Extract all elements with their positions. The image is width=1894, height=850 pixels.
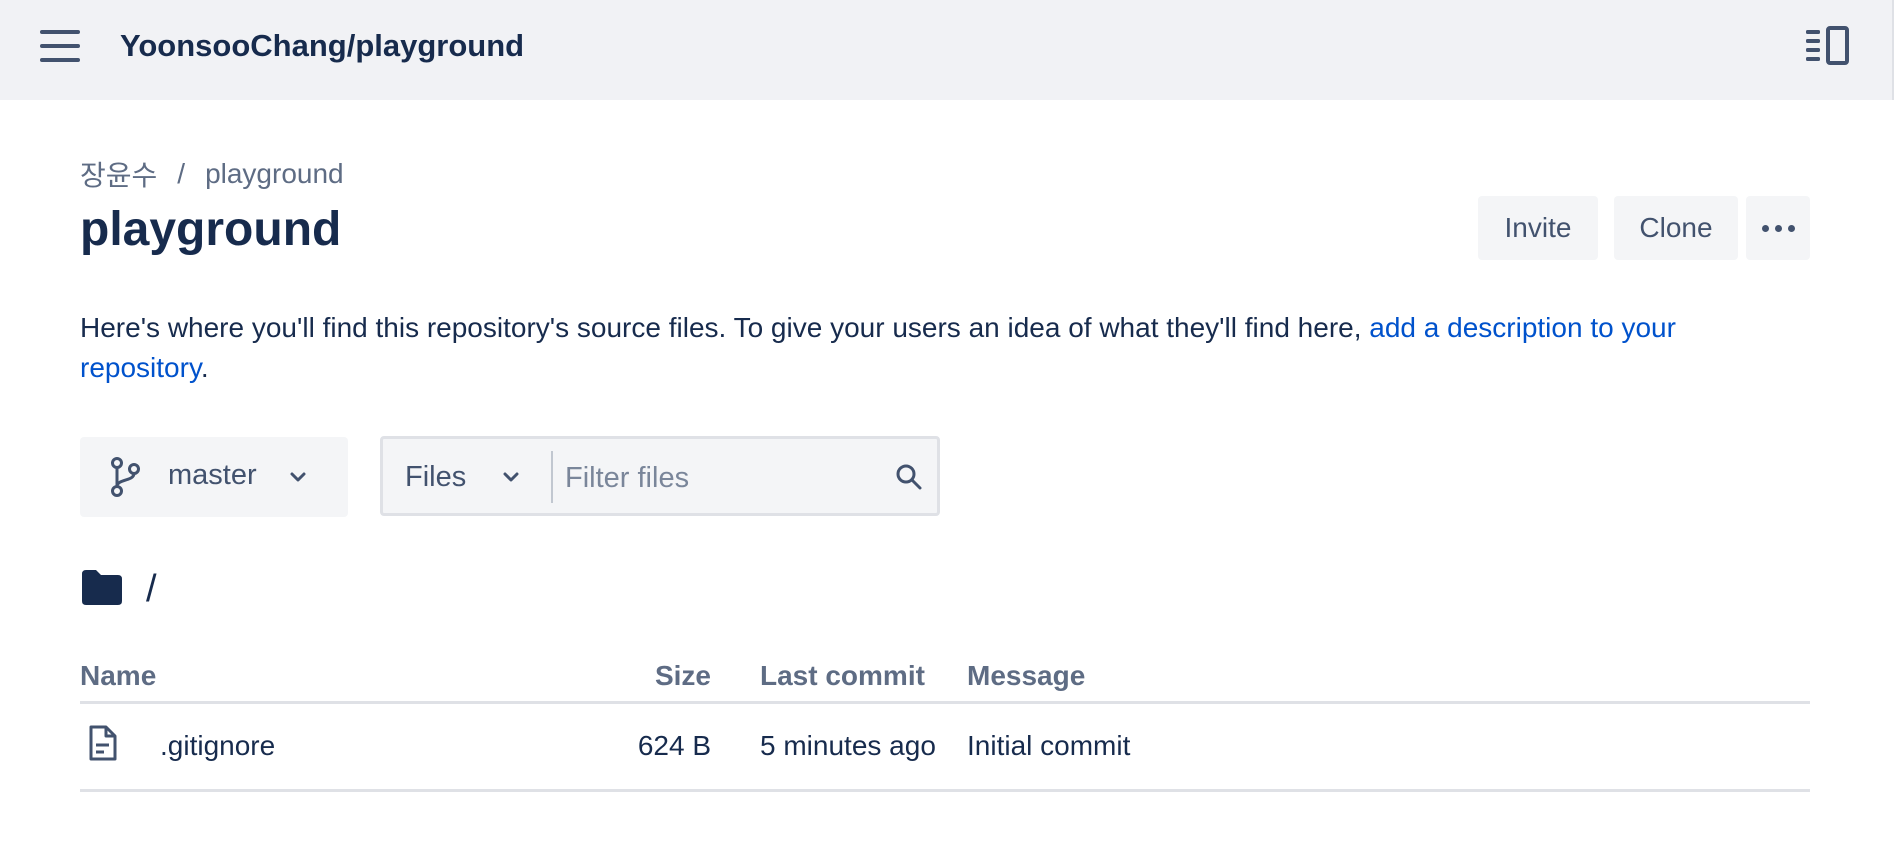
invite-button[interactable]: Invite xyxy=(1478,196,1598,260)
clone-button[interactable]: Clone xyxy=(1614,196,1738,260)
file-filter: Files xyxy=(380,436,940,516)
column-header-size[interactable]: Size xyxy=(560,652,711,704)
repository-description: Here's where you'll find this repository… xyxy=(80,308,1780,388)
chevron-down-icon[interactable] xyxy=(501,467,521,492)
current-path: / xyxy=(80,568,157,611)
description-text: Here's where you'll find this repository… xyxy=(80,312,1370,343)
page-title: playground xyxy=(80,203,342,256)
branch-icon xyxy=(110,457,142,502)
folder-icon xyxy=(80,568,124,611)
more-icon xyxy=(1761,224,1769,232)
table-row[interactable]: .gitignore 624 B 5 minutes ago Initial c… xyxy=(80,702,1810,792)
file-name: .gitignore xyxy=(160,730,276,761)
files-mode-select[interactable]: Files xyxy=(405,461,466,494)
repo-title[interactable]: YoonsooChang/playground xyxy=(120,28,524,64)
breadcrumb-owner[interactable]: 장윤수 xyxy=(80,154,157,194)
branch-name: master xyxy=(168,459,257,491)
file-icon xyxy=(88,724,118,769)
filter-divider xyxy=(551,451,553,503)
more-actions-button[interactable] xyxy=(1746,196,1810,260)
file-link[interactable]: .gitignore xyxy=(80,724,560,769)
file-commit-message[interactable]: Initial commit xyxy=(967,702,1810,792)
breadcrumb: 장윤수 / playground xyxy=(80,154,344,194)
table-header-row: Name Size Last commit Message xyxy=(80,652,1810,704)
breadcrumb-repo[interactable]: playground xyxy=(205,158,344,190)
path-label: / xyxy=(146,568,157,610)
file-size: 624 B xyxy=(560,702,711,792)
filter-files-input[interactable] xyxy=(565,453,865,503)
column-header-last-commit[interactable]: Last commit xyxy=(711,652,967,704)
search-icon[interactable] xyxy=(895,463,923,496)
file-last-commit: 5 minutes ago xyxy=(711,702,967,792)
description-suffix: . xyxy=(200,352,209,383)
sidebar-toggle-icon[interactable] xyxy=(1806,26,1850,66)
breadcrumb-separator: / xyxy=(177,158,186,189)
column-header-message[interactable]: Message xyxy=(967,652,1810,704)
column-header-name[interactable]: Name xyxy=(80,652,560,704)
chevron-down-icon xyxy=(288,467,308,492)
file-table: Name Size Last commit Message .gitignore… xyxy=(80,652,1810,792)
menu-icon[interactable] xyxy=(40,30,80,62)
branch-selector[interactable]: master xyxy=(80,437,348,517)
top-bar: YoonsooChang/playground xyxy=(0,0,1894,100)
